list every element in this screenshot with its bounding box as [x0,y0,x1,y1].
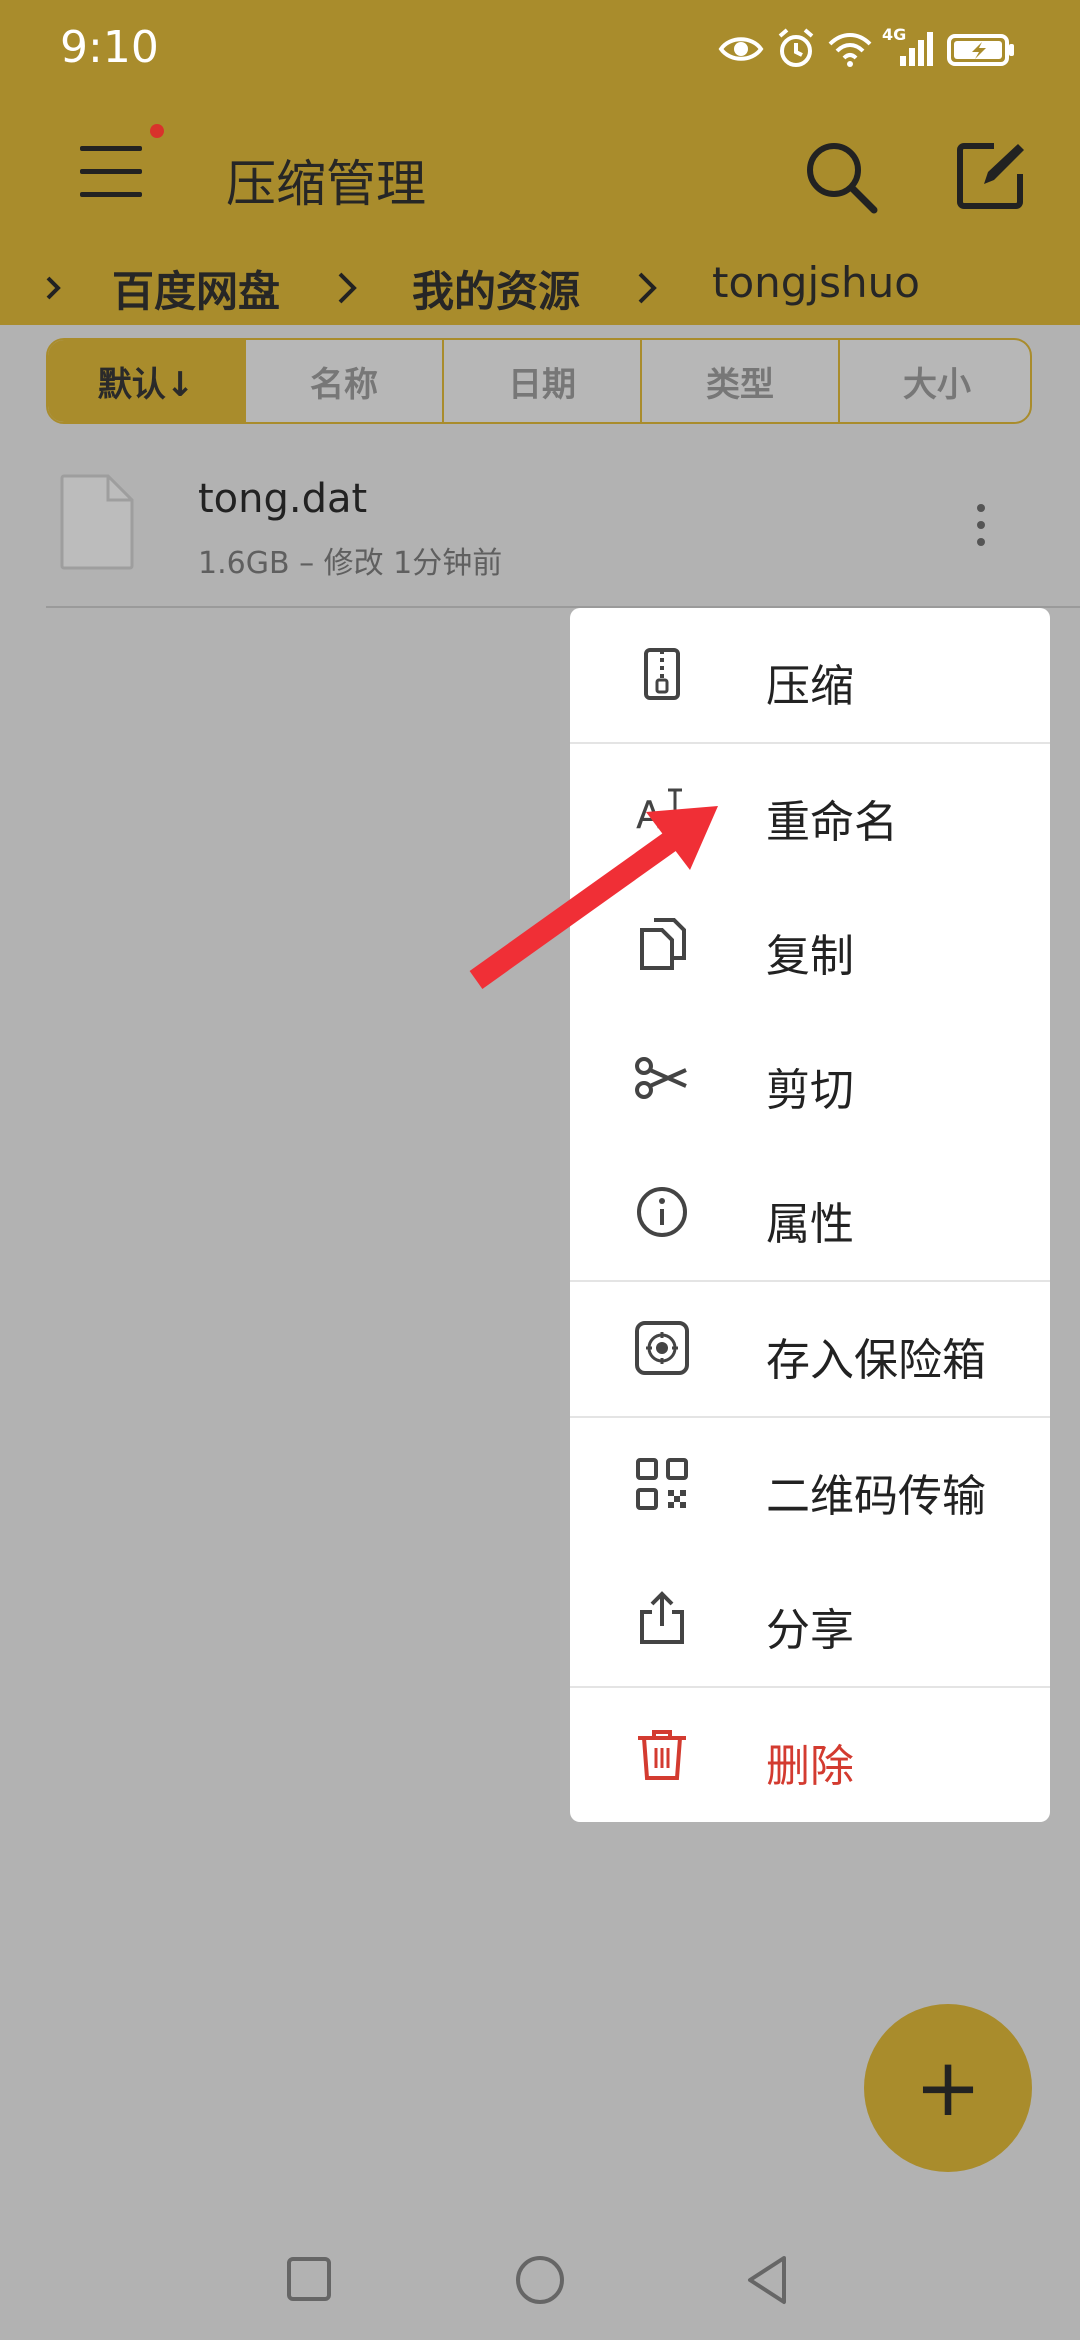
wifi-icon [828,33,872,67]
scissors-icon [635,1057,687,1099]
safe-icon [635,1321,689,1375]
copy-icon [640,918,686,970]
edit-icon [957,143,1024,209]
breadcrumb-item-current[interactable]: tongjshuo [712,258,920,307]
menu-item-compress[interactable]: 压缩 [570,608,1050,742]
chevron-right-icon [338,272,357,304]
notification-dot [150,124,164,138]
sort-tab-size[interactable]: 大小 [840,340,1030,422]
breadcrumb: 百度网盘 我的资源 tongjshuo [0,258,1080,322]
menu-item-share[interactable]: 分享 [570,1552,1050,1686]
file-list-item[interactable]: tong.dat 1.6GB – 修改 1分钟前 [0,450,1080,606]
sort-tab-date[interactable]: 日期 [444,340,642,422]
menu-item-safe[interactable]: 存入保险箱 [570,1282,1050,1416]
plus-icon: + [914,2041,982,2134]
info-icon [637,1187,687,1237]
menu-item-label: 二维码传输 [766,1471,986,1522]
share-icon [640,1591,684,1644]
menu-item-label: 属性 [766,1199,854,1250]
file-name: tong.dat [198,476,368,522]
edit-button[interactable] [954,140,1026,212]
breadcrumb-item-my-resources[interactable]: 我的资源 [412,258,580,319]
menu-item-label: 分享 [766,1605,854,1656]
network-label: 4G [882,25,906,44]
alarm-icon [778,28,814,67]
menu-item-copy[interactable]: 复制 [570,878,1050,1012]
chevron-right-icon [46,276,61,300]
status-icons: 4G [718,24,1018,74]
menu-item-label: 压缩 [766,661,854,712]
more-options-icon[interactable] [966,500,996,550]
home-button[interactable] [514,2254,566,2306]
search-icon [807,143,878,214]
svg-text:A: A [636,793,662,837]
menu-item-label: 复制 [766,931,854,982]
menu-item-qr-transfer[interactable]: 二维码传输 [570,1418,1050,1552]
menu-icon [80,146,142,197]
menu-item-label: 存入保险箱 [766,1335,986,1386]
menu-item-rename[interactable]: A 重命名 [570,744,1050,878]
menu-button[interactable] [80,142,144,202]
search-button[interactable] [802,138,882,218]
back-button[interactable] [744,2254,790,2306]
battery-icon [947,34,1014,66]
qr-code-icon [636,1458,688,1510]
trash-icon [638,1730,686,1780]
zip-icon [644,648,680,700]
rename-icon: A [636,788,682,837]
context-menu: 压缩 A 重命名 复制 剪切 属性 存入保险箱 二维码传输 分享 删除 [570,608,1050,1822]
app-header: 9:10 4G 压缩管理 百度网盘 我的资源 tongjshuo [0,0,1080,325]
status-time: 9:10 [60,22,159,73]
file-meta: 1.6GB – 修改 1分钟前 [198,546,503,581]
file-icon [60,474,134,570]
eye-icon [718,37,764,61]
menu-item-delete[interactable]: 删除 [570,1688,1050,1822]
add-fab-button[interactable]: + [864,2004,1032,2172]
sort-bar: 默认↓ 名称 日期 类型 大小 [46,338,1032,424]
page-title: 压缩管理 [226,155,426,213]
menu-item-label: 重命名 [766,797,898,848]
menu-item-properties[interactable]: 属性 [570,1146,1050,1280]
sort-tab-default[interactable]: 默认↓ [48,340,246,422]
signal-4g-icon: 4G [882,25,933,66]
sort-tab-type[interactable]: 类型 [642,340,840,422]
menu-item-label: 删除 [766,1741,854,1792]
breadcrumb-item-baidu[interactable]: 百度网盘 [112,258,280,319]
sort-tab-name[interactable]: 名称 [246,340,444,422]
recent-apps-button[interactable] [286,2256,332,2302]
chevron-right-icon [638,272,657,304]
menu-item-cut[interactable]: 剪切 [570,1012,1050,1146]
menu-item-label: 剪切 [766,1065,854,1116]
